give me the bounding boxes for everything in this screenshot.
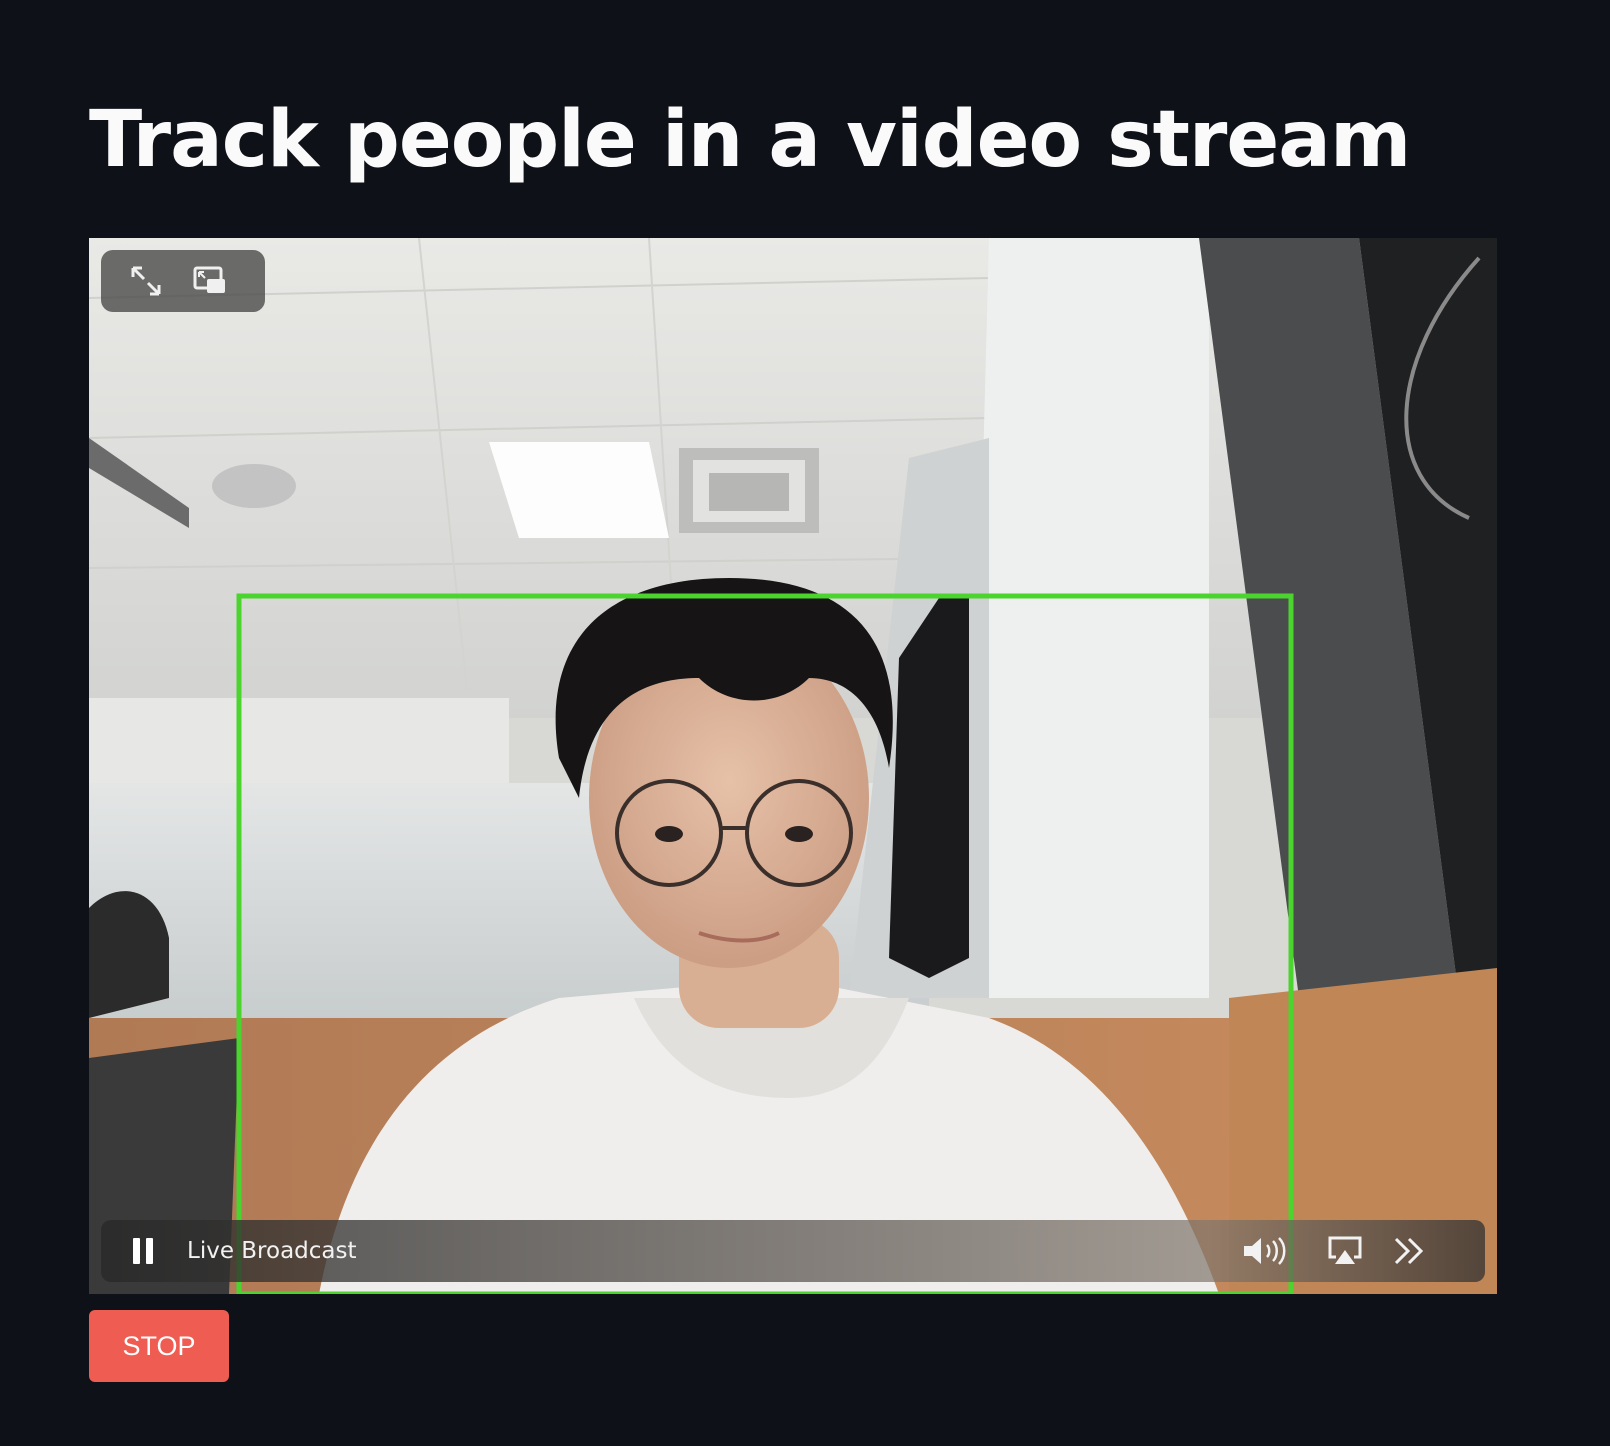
stop-button[interactable]: STOP	[89, 1310, 229, 1382]
video-frame	[89, 238, 1497, 1294]
video-top-controls	[101, 250, 265, 312]
video-player[interactable]: Live Broadcast	[89, 238, 1497, 1294]
more-icon[interactable]	[1387, 1233, 1431, 1269]
pause-icon[interactable]	[123, 1233, 163, 1269]
live-broadcast-label: Live Broadcast	[187, 1238, 357, 1264]
airplay-icon[interactable]	[1323, 1233, 1367, 1269]
picture-in-picture-icon[interactable]	[191, 263, 229, 299]
video-control-bar: Live Broadcast	[101, 1220, 1485, 1282]
fullscreen-icon[interactable]	[127, 263, 165, 299]
volume-icon[interactable]	[1241, 1233, 1291, 1269]
page-title: Track people in a video stream	[89, 95, 1411, 185]
